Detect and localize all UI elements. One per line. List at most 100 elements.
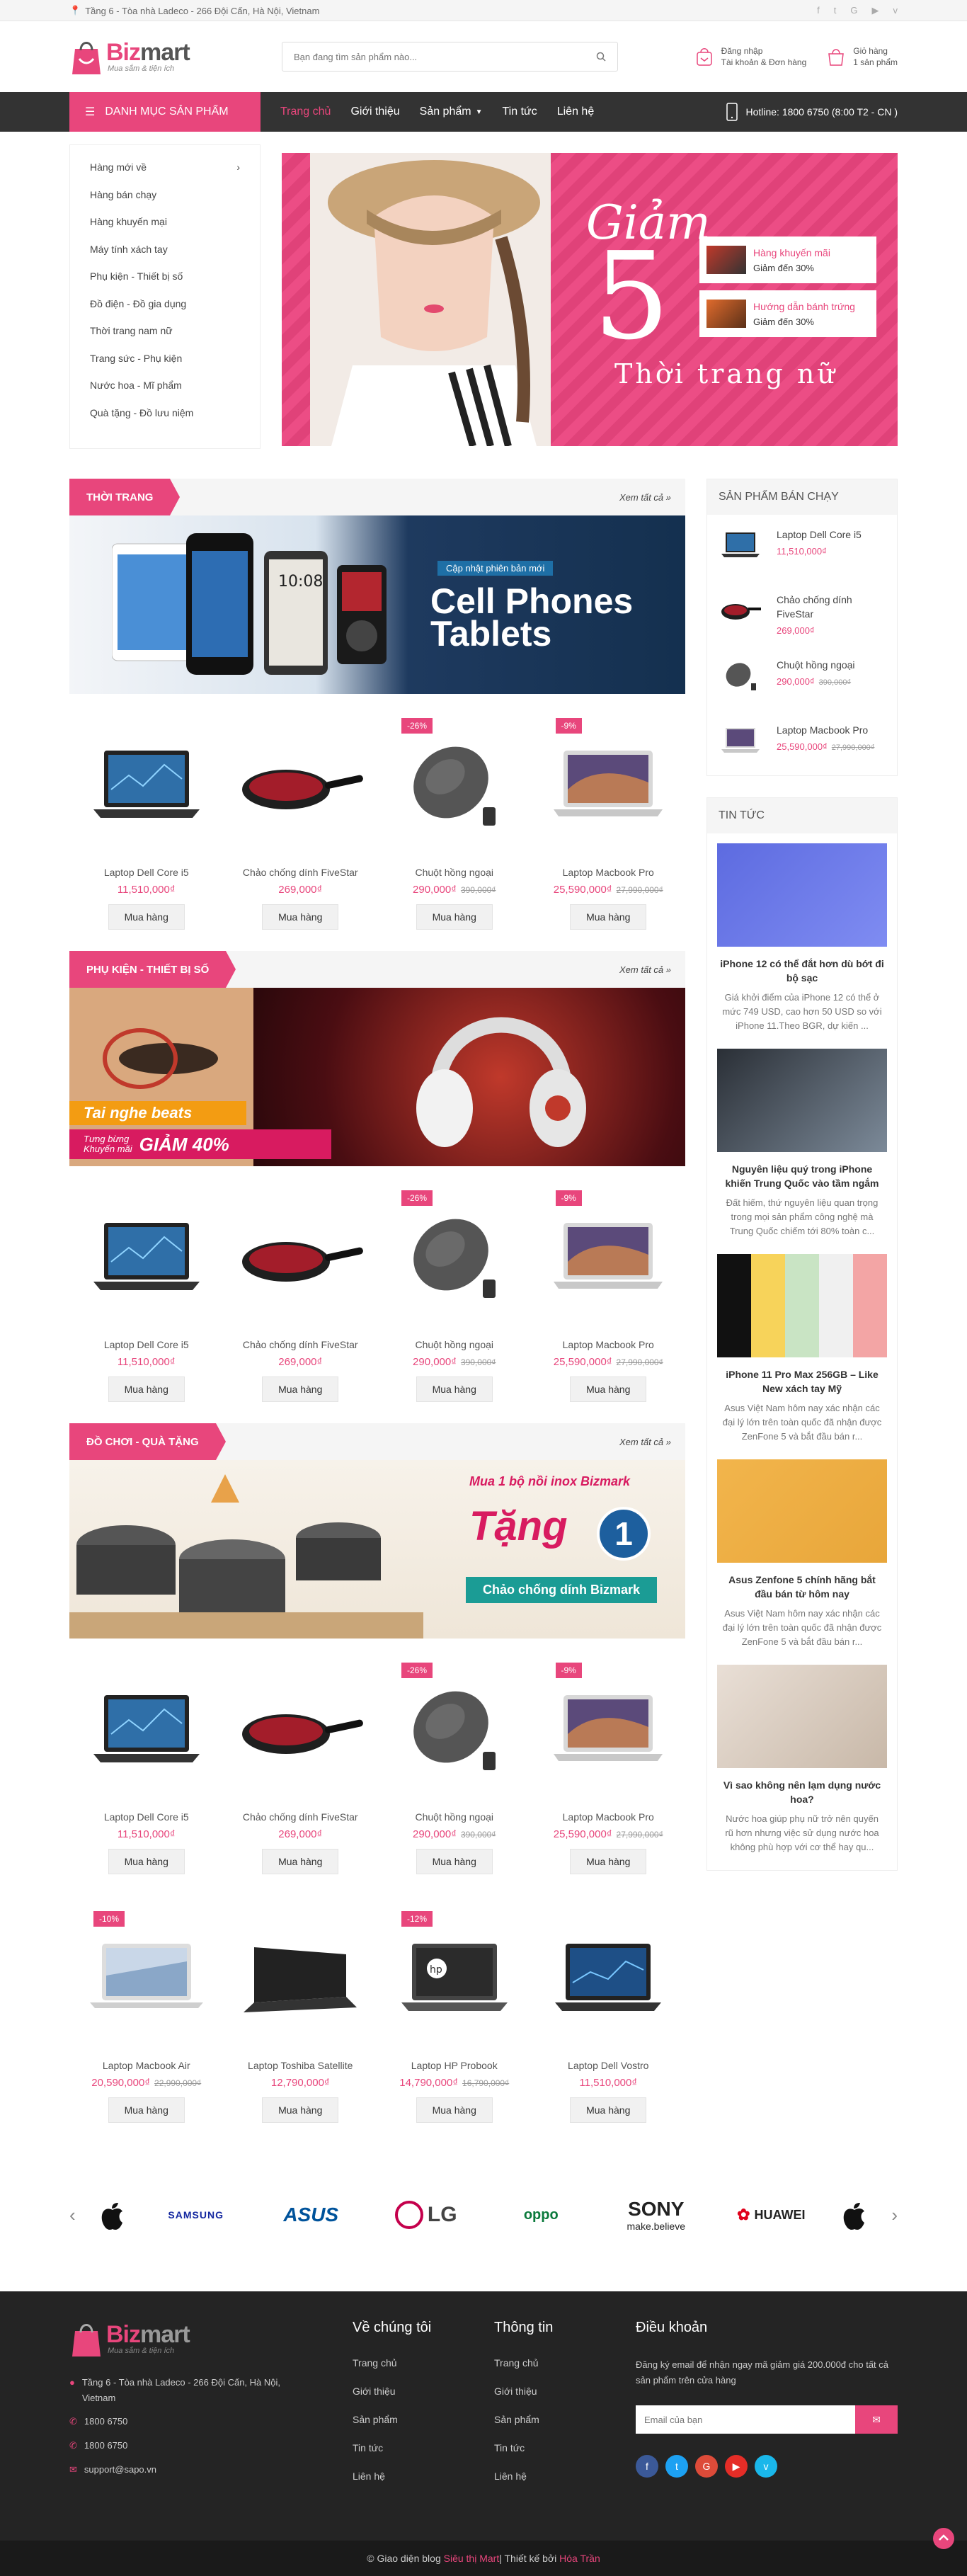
category-item[interactable]: Đồ điện - Đồ gia dụng: [90, 290, 240, 318]
hero-banner[interactable]: Giảm 5 Thời trang nữ Hàng khuyến mãi Giảm…: [282, 153, 898, 446]
buy-button[interactable]: Mua hàng: [108, 2097, 185, 2123]
buy-button[interactable]: Mua hàng: [570, 1377, 647, 1402]
youtube-icon[interactable]: ▶: [725, 2455, 748, 2478]
product-name[interactable]: Laptop Toshiba Satellite: [224, 2060, 378, 2071]
bestseller-thumbnail[interactable]: [720, 658, 761, 693]
buy-button[interactable]: Mua hàng: [108, 1849, 185, 1874]
product-card[interactable]: -10% Laptop Macbook Air 20,590,000₫ 22,990,…: [69, 1911, 224, 2123]
brand-oppo[interactable]: oppo: [495, 2207, 587, 2223]
product-name[interactable]: Laptop Dell Core i5: [69, 867, 224, 878]
see-all-link[interactable]: Xem tất cả »: [619, 964, 685, 975]
footer-link[interactable]: Sản phẩm: [494, 2414, 636, 2425]
footer-phone-2[interactable]: ✆ 1800 6750: [69, 2440, 353, 2451]
bestseller-thumbnail[interactable]: [720, 528, 761, 563]
news-image[interactable]: [717, 1665, 887, 1768]
youtube-icon[interactable]: ▶: [872, 5, 879, 16]
product-name[interactable]: Laptop Macbook Pro: [532, 867, 686, 878]
product-image[interactable]: [224, 724, 378, 848]
category-item[interactable]: Máy tính xách tay: [90, 236, 240, 263]
product-image[interactable]: [377, 1196, 532, 1321]
news-item-title[interactable]: Vì sao không nên lạm dụng nước hoa?: [717, 1778, 887, 1806]
product-card[interactable]: Chảo chống dính FiveStar 269,000₫ Mua hàng: [224, 1196, 378, 1402]
product-name[interactable]: Laptop Macbook Pro: [532, 1811, 686, 1823]
product-image[interactable]: [532, 1196, 686, 1321]
product-image[interactable]: [69, 724, 224, 848]
apple-logo-icon[interactable]: [840, 2199, 869, 2231]
product-image[interactable]: [69, 1196, 224, 1321]
footer-phone[interactable]: ✆ 1800 6750: [69, 2416, 353, 2427]
category-item[interactable]: Nước hoa - Mĩ phẩm: [90, 372, 240, 399]
buy-button[interactable]: Mua hàng: [570, 904, 647, 930]
category-item[interactable]: Thời trang nam nữ: [90, 317, 240, 345]
footer-link[interactable]: Liên hệ: [494, 2470, 636, 2482]
product-name[interactable]: Chảo chống dính FiveStar: [224, 867, 378, 878]
product-image[interactable]: [377, 1668, 532, 1793]
bestseller-item[interactable]: Chảo chống dính FiveStar 269,000₫: [707, 580, 897, 645]
footer-link[interactable]: Trang chủ: [494, 2357, 636, 2369]
bestseller-name[interactable]: Laptop Macbook Pro: [777, 723, 874, 737]
see-all-link[interactable]: Xem tất cả »: [619, 1437, 685, 1447]
product-name[interactable]: Laptop Macbook Air: [69, 2060, 224, 2071]
section-title[interactable]: Đồ chơi - Quà tặng: [69, 1423, 226, 1460]
product-card[interactable]: Laptop Dell Vostro 11,510,000₫ Mua hàng: [532, 1917, 686, 2123]
footer-link[interactable]: Trang chủ: [353, 2357, 494, 2369]
category-item[interactable]: Hàng bán chạy: [90, 181, 240, 209]
facebook-icon[interactable]: f: [636, 2455, 658, 2478]
category-item[interactable]: Hàng mới về ›: [90, 154, 240, 181]
product-image[interactable]: [69, 1668, 224, 1793]
buy-button[interactable]: Mua hàng: [262, 1849, 339, 1874]
bestseller-item[interactable]: Laptop Dell Core i5 11,510,000₫: [707, 515, 897, 580]
chevron-left-icon[interactable]: ‹: [69, 2204, 76, 2226]
product-card[interactable]: Laptop Dell Core i5 11,510,000₫ Mua hàng: [69, 1668, 224, 1874]
product-image[interactable]: [224, 1196, 378, 1321]
buy-button[interactable]: Mua hàng: [570, 2097, 647, 2123]
brand-asus[interactable]: ASUS: [265, 2204, 357, 2226]
back-to-top-button[interactable]: [933, 2528, 954, 2549]
news-image[interactable]: [717, 1049, 887, 1152]
product-name[interactable]: Laptop Dell Vostro: [532, 2060, 686, 2071]
product-card[interactable]: Chảo chống dính FiveStar 269,000₫ Mua hàng: [224, 724, 378, 930]
section-title[interactable]: Phụ kiện - Thiết bị số: [69, 951, 236, 988]
buy-button[interactable]: Mua hàng: [416, 1849, 493, 1874]
twitter-icon[interactable]: t: [834, 5, 837, 16]
footer-link[interactable]: Tin tức: [353, 2442, 494, 2454]
product-card[interactable]: -9% Laptop Macbook Pro 25,590,000₫ 27,990,0…: [532, 1190, 686, 1402]
product-image[interactable]: [532, 1668, 686, 1793]
category-item[interactable]: Hàng khuyến mại: [90, 208, 240, 236]
footer-link[interactable]: Giới thiệu: [494, 2386, 636, 2397]
search-input[interactable]: [294, 51, 577, 62]
buy-button[interactable]: Mua hàng: [570, 1849, 647, 1874]
footer-link[interactable]: Liên hệ: [353, 2470, 494, 2482]
buy-button[interactable]: Mua hàng: [416, 1377, 493, 1402]
google-plus-icon[interactable]: G: [850, 5, 857, 16]
cart-link[interactable]: Giỏ hàng 1 sản phẩm: [825, 45, 898, 68]
footer-link[interactable]: Giới thiệu: [353, 2386, 494, 2397]
buy-button[interactable]: Mua hàng: [262, 904, 339, 930]
see-all-link[interactable]: Xem tất cả »: [619, 492, 685, 503]
newsletter-email-input[interactable]: [636, 2405, 855, 2434]
section-banner[interactable]: Mua 1 bộ nồi inox Bizmark Tặng 1 Chảo ch…: [69, 1460, 685, 1639]
menu-contact[interactable]: Liên hệ: [547, 106, 605, 118]
product-name[interactable]: Chảo chống dính FiveStar: [224, 1339, 378, 1350]
bestseller-thumbnail[interactable]: [720, 593, 761, 628]
product-name[interactable]: Laptop Dell Core i5: [69, 1339, 224, 1350]
account-link[interactable]: Đăng nhập Tài khoản & Đơn hàng: [693, 45, 806, 68]
brand-lg[interactable]: LG: [380, 2201, 472, 2229]
product-name[interactable]: Chuột hồng ngoại: [377, 1811, 532, 1823]
product-card[interactable]: Laptop Dell Core i5 11,510,000₫ Mua hàng: [69, 724, 224, 930]
chevron-right-icon[interactable]: ›: [891, 2204, 898, 2226]
product-image[interactable]: [532, 1917, 686, 2041]
menu-home[interactable]: Trang chủ: [270, 106, 341, 118]
product-name[interactable]: Laptop Dell Core i5: [69, 1811, 224, 1823]
google-plus-icon[interactable]: G: [695, 2455, 718, 2478]
bestseller-item[interactable]: Laptop Macbook Pro 25,590,000₫ 27,990,000₫: [707, 710, 897, 775]
vimeo-icon[interactable]: v: [893, 5, 898, 16]
section-banner[interactable]: 10:08 Cập nhật phiên bản mới Cell Phones…: [69, 515, 685, 694]
buy-button[interactable]: Mua hàng: [416, 2097, 493, 2123]
bestseller-name[interactable]: Chảo chống dính FiveStar: [777, 593, 884, 621]
buy-button[interactable]: Mua hàng: [108, 904, 185, 930]
product-image[interactable]: [224, 1917, 378, 2041]
product-image[interactable]: [224, 1668, 378, 1793]
buy-button[interactable]: Mua hàng: [416, 904, 493, 930]
product-card[interactable]: -9% Laptop Macbook Pro 25,590,000₫ 27,990,0…: [532, 718, 686, 930]
